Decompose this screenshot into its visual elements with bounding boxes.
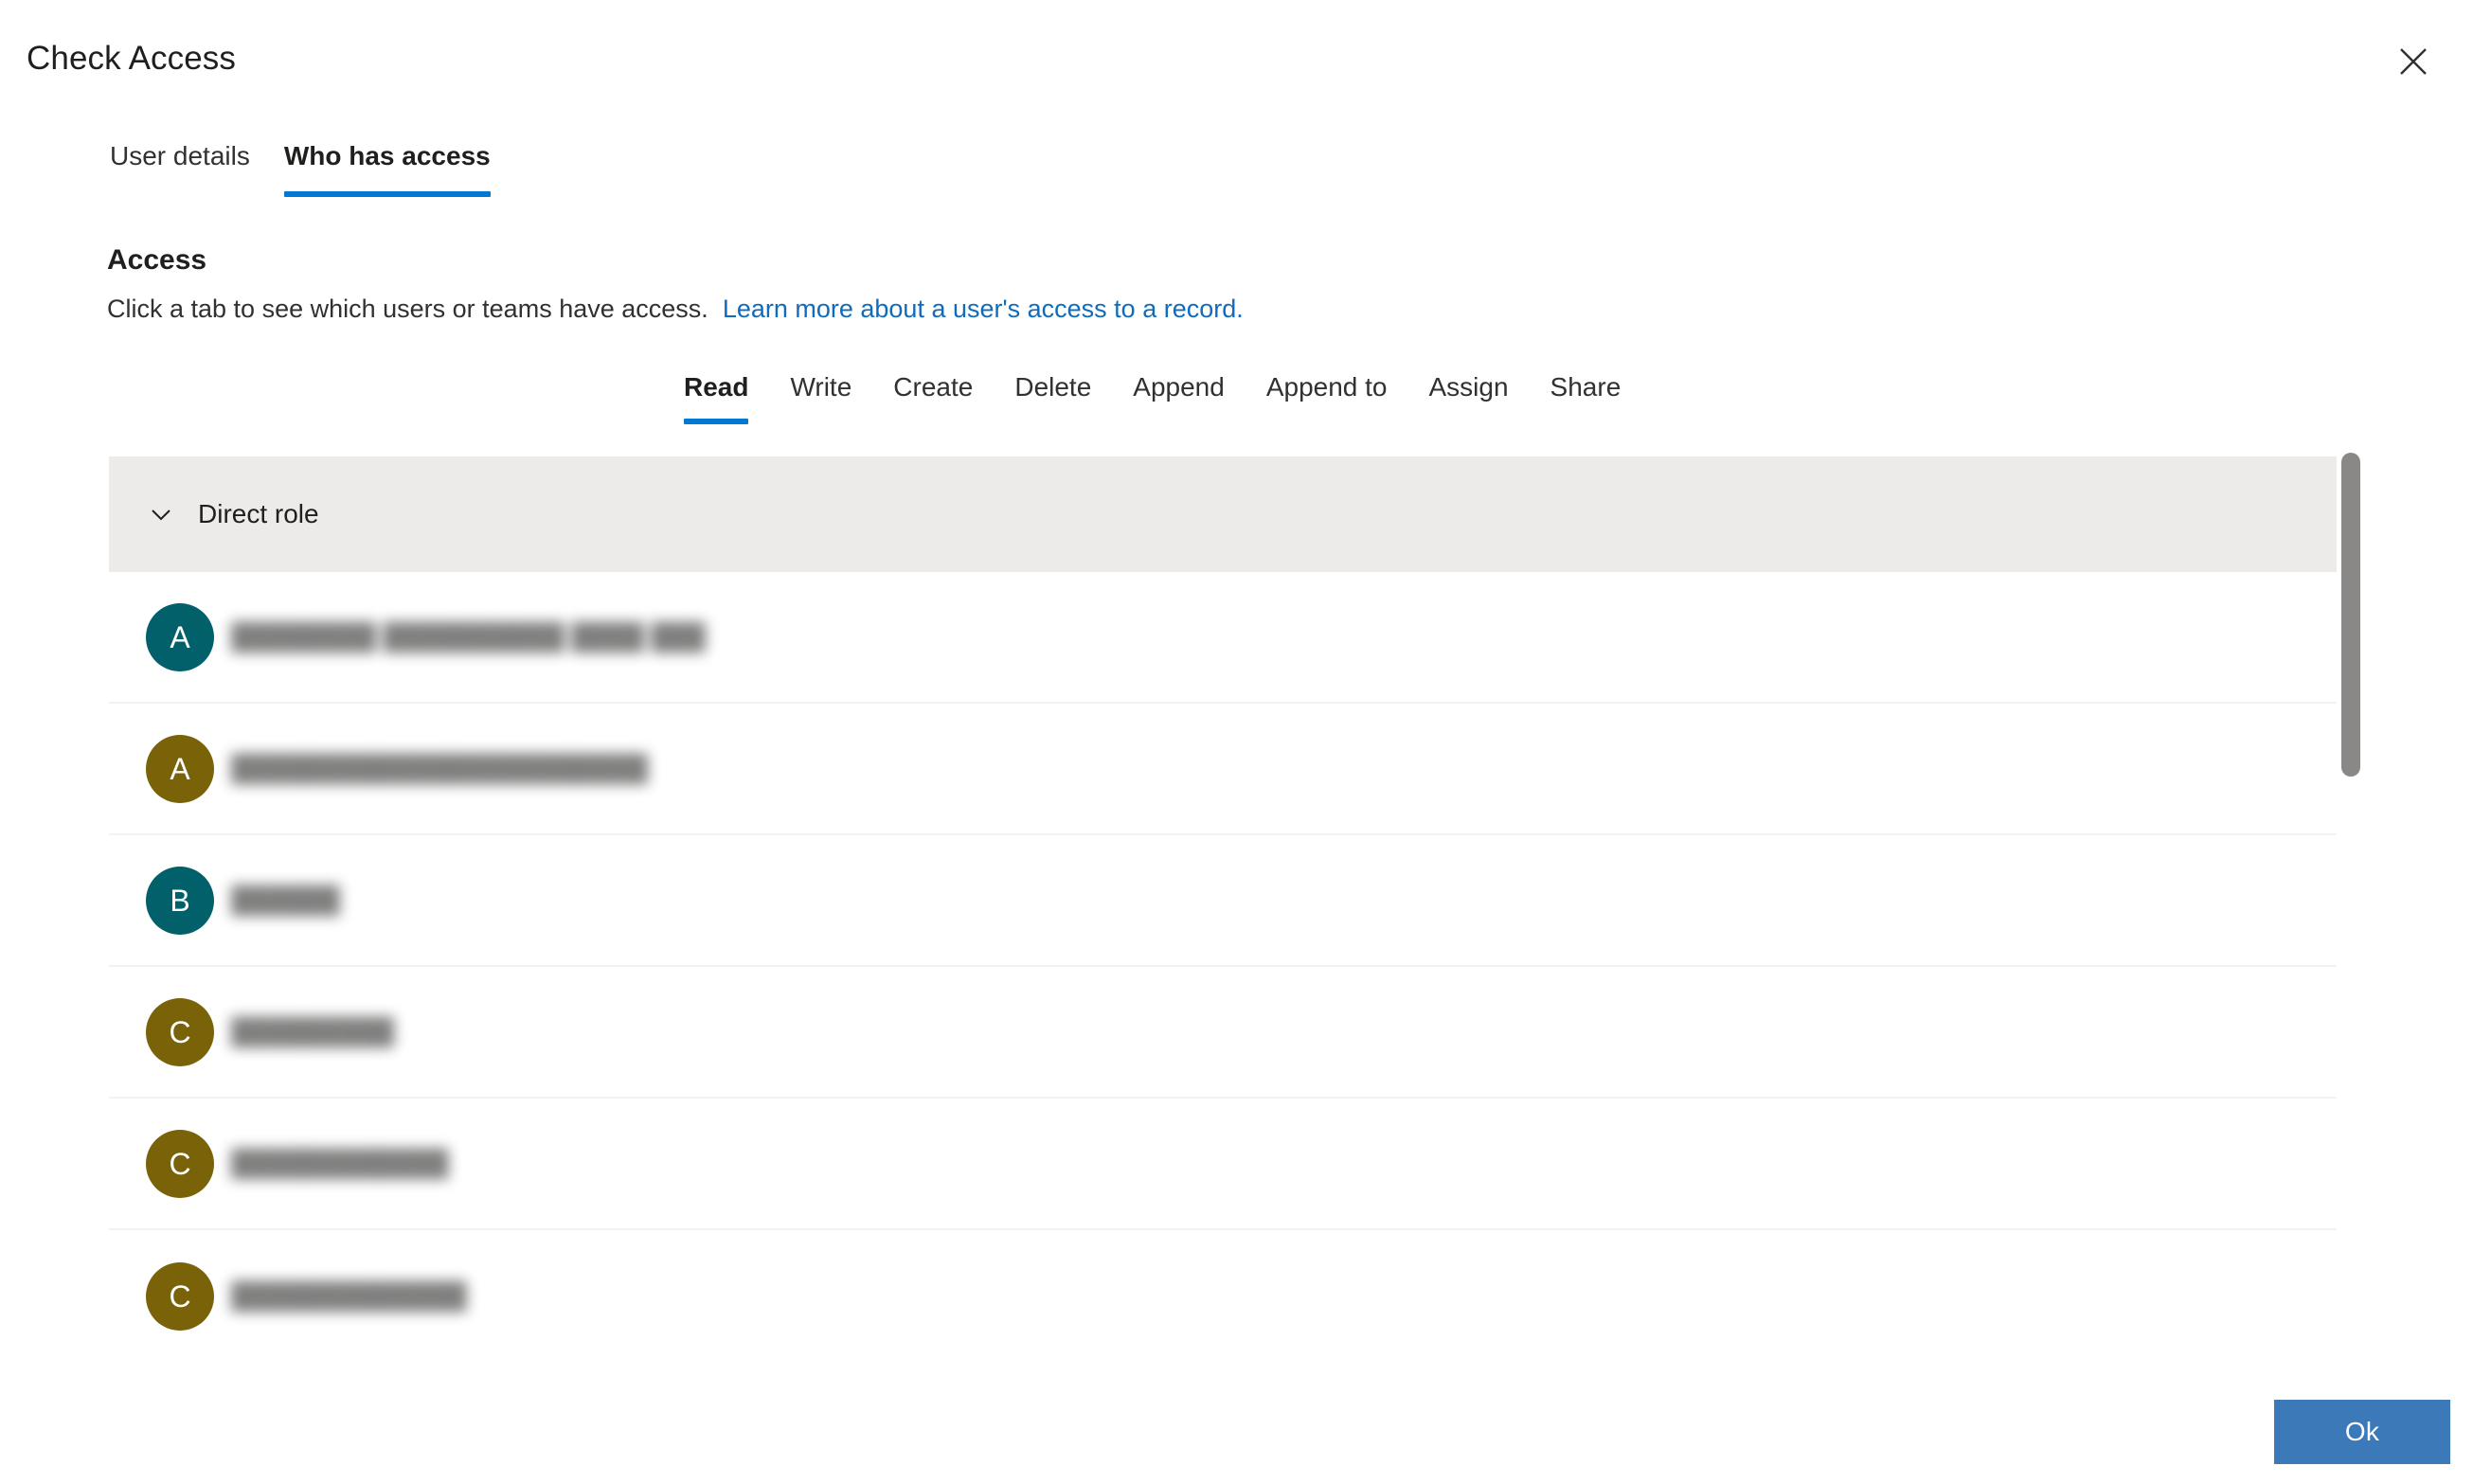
access-heading: Access (107, 244, 207, 276)
tab-share[interactable]: Share (1530, 371, 1642, 424)
avatar: C (146, 997, 214, 1066)
avatar: C (146, 1261, 214, 1331)
learn-more-link[interactable]: Learn more about a user's access to a re… (723, 295, 1244, 323)
permission-tablist: Read Write Create Delete Append Append t… (663, 371, 1641, 424)
avatar: C (146, 1129, 214, 1198)
page-title: Check Access (27, 40, 237, 77)
close-icon (2399, 47, 2428, 76)
table-row[interactable]: B ██████ (109, 835, 2337, 967)
ok-button[interactable]: Ok (2274, 1400, 2450, 1464)
group-header-direct-role[interactable]: Direct role (109, 456, 2337, 572)
avatar: A (146, 734, 214, 803)
avatar: B (146, 866, 214, 935)
table-row[interactable]: A ████████ ██████████ ████ ███ (109, 572, 2337, 704)
tab-append-to[interactable]: Append to (1245, 371, 1408, 424)
row-principal-name: ██████ (231, 885, 340, 914)
table-row[interactable]: A ███████████████████████ (109, 704, 2337, 835)
pivot-tablist: User details Who has access (104, 140, 508, 197)
table-row[interactable]: C █████████████ (109, 1230, 2337, 1343)
tab-user-details[interactable]: User details (104, 140, 267, 197)
row-principal-name: █████████████ (231, 1281, 467, 1310)
tab-create[interactable]: Create (872, 371, 994, 424)
access-row-list: A ████████ ██████████ ████ ███ A ██████████… (109, 572, 2337, 1343)
list-scrollbar-thumb[interactable] (2341, 453, 2360, 777)
tab-append[interactable]: Append (1112, 371, 1245, 424)
row-principal-name: ████████ ██████████ ████ ███ (231, 622, 706, 651)
access-description: Click a tab to see which users or teams … (107, 292, 1244, 326)
avatar: A (146, 602, 214, 671)
close-button[interactable] (2384, 32, 2443, 91)
row-principal-name: ████████████ (231, 1149, 449, 1177)
tab-write[interactable]: Write (769, 371, 872, 424)
table-row[interactable]: C ████████████ (109, 1099, 2337, 1230)
tab-delete[interactable]: Delete (994, 371, 1112, 424)
access-description-text: Click a tab to see which users or teams … (107, 295, 708, 323)
chevron-down-icon (145, 498, 177, 530)
access-list-panel: Direct role A ████████ ██████████ ████ ██… (109, 456, 2337, 1343)
tab-read[interactable]: Read (663, 371, 769, 424)
table-row[interactable]: C █████████ (109, 967, 2337, 1099)
tab-who-has-access[interactable]: Who has access (267, 140, 508, 197)
tab-assign[interactable]: Assign (1408, 371, 1530, 424)
check-access-dialog: Check Access User details Who has access… (0, 0, 2473, 1484)
row-principal-name: ███████████████████████ (231, 754, 648, 782)
row-principal-name: █████████ (231, 1017, 395, 1046)
group-label: Direct role (198, 499, 319, 528)
